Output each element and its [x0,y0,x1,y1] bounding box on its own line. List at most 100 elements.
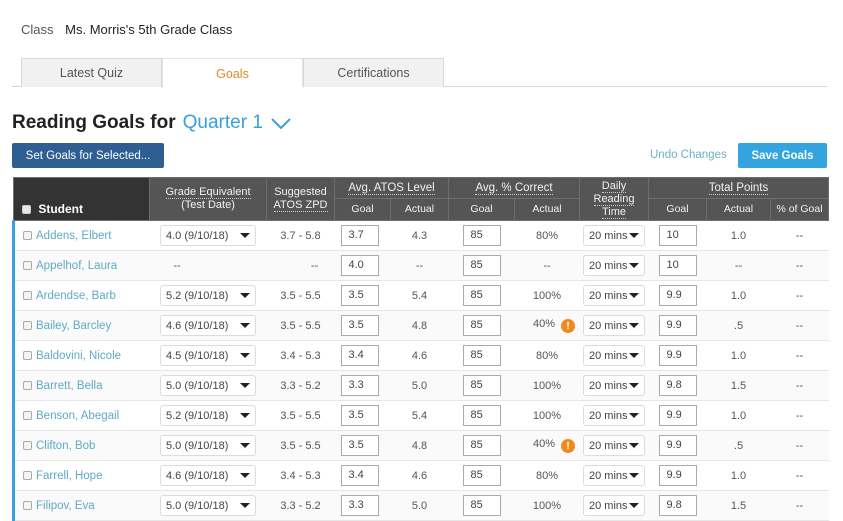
daily-reading-select[interactable]: 20 mins [583,375,645,396]
row-checkbox[interactable] [23,260,32,270]
pct-goal-input[interactable]: 85 [462,225,501,246]
daily-reading-select[interactable]: 20 mins [583,465,645,486]
zpd-cell: 3.5 - 5.5 [266,400,335,431]
daily-reading-select[interactable]: 20 mins [583,315,645,336]
daily-reading-select[interactable]: 20 mins [583,405,645,426]
daily-reading-select[interactable]: 20 mins [583,345,645,366]
grade-equivalent-select[interactable]: 5.2 (9/10/18) [160,405,256,426]
reading-label: Reading [593,192,635,206]
select-all-checkbox[interactable] [22,205,31,214]
student-name-link[interactable]: Addens, Elbert [36,230,111,242]
tab-certifications[interactable]: Certifications [303,58,444,87]
points-goal-input[interactable]: 9.9 [658,435,697,456]
atos-goal-input[interactable]: 3.5 [340,315,379,336]
tab-latest-quiz[interactable]: Latest Quiz [21,58,162,87]
student-cell: Barrett, Bella [12,370,150,401]
pct-actual-cell: 100% [514,400,580,431]
points-goal-input[interactable]: 9.8 [658,495,697,516]
atos-goal-input[interactable]: 3.5 [340,435,379,456]
set-goals-for-selected-button[interactable]: Set Goals for Selected... [12,143,164,168]
student-name-link[interactable]: Farrell, Hope [36,470,102,482]
row-checkbox[interactable] [23,290,32,300]
student-name-link[interactable]: Bailey, Barcley [36,320,111,332]
atos-goal-input[interactable]: 3.5 [340,285,379,306]
points-goal-input[interactable]: 10 [658,255,697,276]
pct-goal-input[interactable]: 85 [462,285,501,306]
points-goal-input[interactable]: 9.9 [658,345,697,366]
points-goal-input[interactable]: 9.9 [658,405,697,426]
grade-equivalent-select[interactable]: 5.2 (9/10/18) [160,285,256,306]
student-name-link[interactable]: Ardendse, Barb [36,290,116,302]
pct-goal-input[interactable]: 85 [462,435,501,456]
row-checkbox[interactable] [23,380,32,390]
student-name-link[interactable]: Benson, Abegail [36,410,119,422]
pct-correct-label[interactable]: Avg. % Correct [475,181,553,195]
pct-actual-value: 80% [535,349,559,362]
student-name-link[interactable]: Baldovini, Nicole [36,350,121,362]
row-checkbox[interactable] [23,230,32,240]
undo-changes-link[interactable]: Undo Changes [650,149,727,161]
row-checkbox[interactable] [23,470,32,480]
pct-goal-input[interactable]: 85 [462,495,501,516]
grade-equivalent-sub-label: (Test Date) [181,199,235,211]
daily-reading-select[interactable]: 20 mins [583,285,645,306]
atos-goal-input[interactable]: 3.3 [340,375,379,396]
quarter-dropdown[interactable]: Quarter 1 [183,112,263,134]
save-goals-button[interactable]: Save Goals [738,143,827,168]
pct-goal-input[interactable]: 85 [462,255,501,276]
grade-equivalent-select[interactable]: 4.6 (9/10/18) [160,465,256,486]
pct-goal-input[interactable]: 85 [462,375,501,396]
zpd-cell: 3.3 - 5.2 [266,370,335,401]
student-name-link[interactable]: Filipov, Eva [36,500,95,512]
warning-icon[interactable]: ! [561,439,576,454]
warning-icon[interactable]: ! [561,319,576,334]
grade-equivalent-cell: 5.2 (9/10/18) [149,280,267,311]
grade-equivalent-select[interactable]: 4.5 (9/10/18) [160,345,256,366]
student-name-link[interactable]: Clifton, Bob [36,440,95,452]
grade-equivalent-select[interactable]: 4.6 (9/10/18) [160,315,256,336]
grade-equivalent-header[interactable]: Grade Equivalent (Test Date) [149,177,267,221]
daily-reading-select[interactable]: 20 mins [583,495,645,516]
pct-goal-input[interactable]: 85 [462,405,501,426]
row-checkbox[interactable] [23,350,32,360]
pct-goal-input[interactable]: 85 [462,315,501,336]
atos-goal-input[interactable]: 4.0 [340,255,379,276]
caret-down-icon [240,233,250,238]
class-name[interactable]: Ms. Morris's 5th Grade Class [65,22,232,37]
points-goal-input[interactable]: 9.9 [658,465,697,486]
grade-equivalent-select[interactable]: 5.0 (9/10/18) [160,495,256,516]
points-goal-input[interactable]: 9.9 [658,315,697,336]
daily-reading-cell: 20 mins [579,250,649,281]
daily-reading-time-header[interactable]: Daily Reading Time [579,177,649,221]
daily-reading-select[interactable]: 20 mins [583,225,645,246]
pct-goal-input[interactable]: 85 [462,465,501,486]
daily-reading-select[interactable]: 20 mins [583,255,645,276]
atos-goal-input[interactable]: 3.4 [340,345,379,366]
atos-goal-input[interactable]: 3.5 [340,405,379,426]
grade-equivalent-select[interactable]: 5.0 (9/10/18) [160,375,256,396]
row-checkbox[interactable] [23,410,32,420]
points-goal-input[interactable]: 10 [658,225,697,246]
grade-equivalent-select[interactable]: 5.0 (9/10/18) [160,435,256,456]
points-goal-input[interactable]: 9.9 [658,285,697,306]
grade-equivalent-select[interactable]: 4.0 (9/10/18) [160,225,256,246]
caret-down-icon [629,383,639,388]
atos-level-label[interactable]: Avg. ATOS Level [348,181,435,195]
daily-reading-value: 20 mins [589,409,628,422]
pct-goal-input[interactable]: 85 [462,345,501,366]
row-checkbox[interactable] [23,320,32,330]
student-name-link[interactable]: Appelhof, Laura [36,260,117,272]
points-goal-input[interactable]: 9.8 [658,375,697,396]
row-checkbox[interactable] [23,500,32,510]
atos-goal-input[interactable]: 3.7 [340,225,379,246]
row-checkbox[interactable] [23,440,32,450]
chevron-down-icon[interactable] [271,118,291,130]
grade-equivalent-value: 5.0 (9/10/18) [166,379,229,392]
total-points-label[interactable]: Total Points [708,181,769,195]
student-name-link[interactable]: Barrett, Bella [36,380,102,392]
suggested-zpd-header[interactable]: Suggested ATOS ZPD [266,177,335,221]
daily-reading-select[interactable]: 20 mins [583,435,645,456]
atos-goal-input[interactable]: 3.3 [340,495,379,516]
atos-goal-input[interactable]: 3.4 [340,465,379,486]
tab-goals[interactable]: Goals [162,58,303,88]
